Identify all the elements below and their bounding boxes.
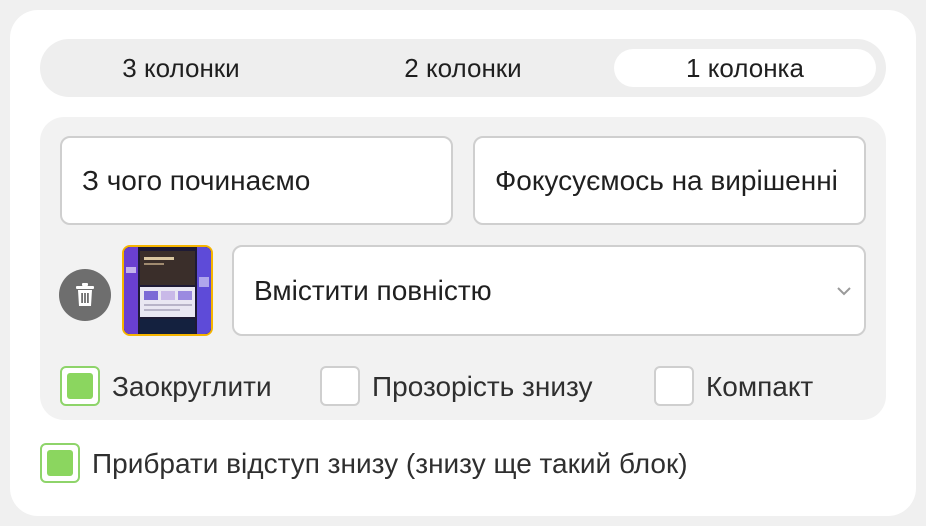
- image-thumbnail[interactable]: [122, 245, 213, 336]
- column-settings-panel: З чого починаємо Фокусуємось на вирішенн…: [40, 117, 886, 420]
- rounded-checkbox[interactable]: [60, 366, 100, 406]
- delete-image-button[interactable]: [59, 269, 111, 321]
- fade-bottom-checkbox[interactable]: [320, 366, 360, 406]
- fade-bottom-label: Прозорість знизу: [372, 371, 593, 402]
- image-fit-select[interactable]: Вмістити повністю: [232, 245, 866, 336]
- rounded-label: Заокруглити: [112, 371, 272, 402]
- column-layout-switch: 3 колонки 2 колонки 1 колонка: [40, 39, 886, 97]
- preview-image: [124, 247, 211, 334]
- checkbox-fill: [67, 373, 93, 399]
- tab-2-columns[interactable]: 2 колонки: [332, 49, 594, 87]
- tab-1-column[interactable]: 1 колонка: [614, 49, 876, 87]
- chevron-down-icon: [837, 287, 851, 296]
- title-input[interactable]: З чого починаємо: [60, 136, 453, 225]
- trash-icon: [76, 283, 94, 306]
- image-fit-value: Вмістити повністю: [254, 274, 492, 306]
- settings-card: 3 колонки 2 колонки 1 колонка З чого поч…: [10, 10, 916, 516]
- compact-label: Компакт: [706, 371, 814, 402]
- subtitle-input[interactable]: Фокусуємось на вирішенні: [473, 136, 866, 225]
- remove-bottom-padding-checkbox[interactable]: [40, 443, 80, 483]
- compact-checkbox[interactable]: [654, 366, 694, 406]
- checkbox-fill: [47, 450, 73, 476]
- tab-3-columns[interactable]: 3 колонки: [50, 49, 312, 87]
- remove-bottom-padding-label: Прибрати відступ знизу (знизу ще такий б…: [92, 448, 688, 479]
